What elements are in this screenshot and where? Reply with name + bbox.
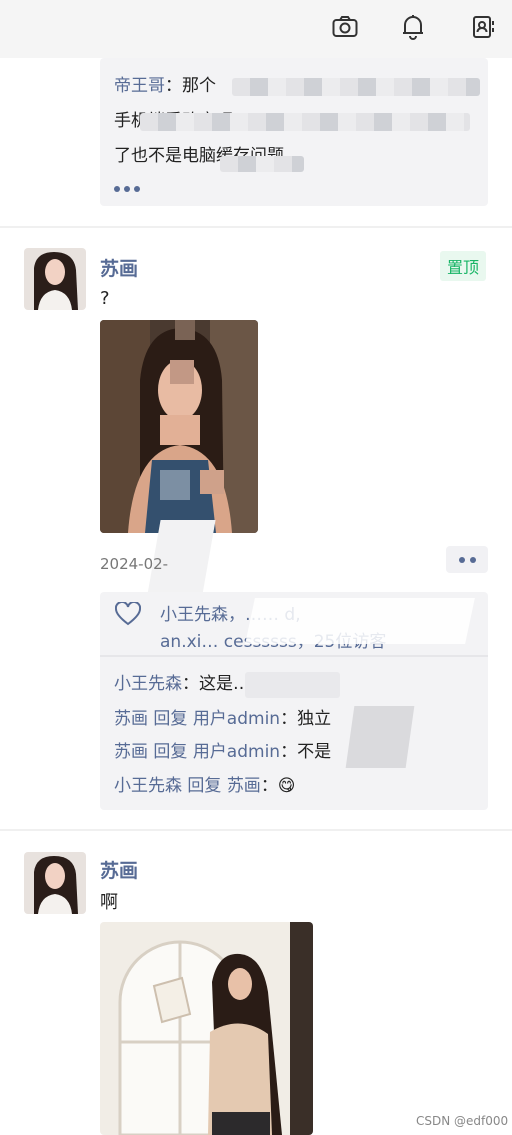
blurred-text [140, 113, 470, 131]
post-author[interactable]: 苏画 [100, 856, 138, 883]
bell-icon[interactable] [396, 10, 430, 44]
avatar[interactable] [24, 852, 86, 914]
comment-author[interactable]: 苏画 [114, 709, 148, 729]
comment-row: 小王先森 回复 苏画：😋 [114, 776, 296, 796]
reply-target[interactable]: 用户admin [193, 709, 280, 729]
post-content: 啊 [100, 892, 118, 913]
post-image[interactable] [100, 320, 258, 533]
comment-text: ：独立 [280, 709, 332, 729]
comment-line-1: 帝王哥：那个 [114, 76, 216, 96]
post-image[interactable] [100, 922, 313, 1135]
post-actions-button[interactable] [446, 546, 488, 573]
blurred-text [232, 78, 480, 96]
post-content: ? [100, 288, 110, 309]
comment-text: ：😋 [260, 776, 296, 796]
post-author[interactable]: 苏画 [100, 254, 138, 281]
comment-row: 苏画 回复 用户admin：独立 [114, 709, 332, 729]
blur-overlay [345, 706, 415, 768]
reply-target[interactable]: 苏画 [227, 776, 261, 796]
blur-overlay [245, 672, 340, 698]
avatar[interactable] [24, 248, 86, 310]
reply-target[interactable]: 用户admin [193, 742, 280, 762]
comment-author[interactable]: 小王先森 [114, 776, 182, 796]
comment-author[interactable]: 苏画 [114, 742, 148, 762]
watermark: CSDN @edf000 [416, 1114, 509, 1128]
contacts-icon[interactable] [466, 10, 500, 44]
comment-text: ：这是… [182, 674, 250, 694]
comment-text: 那个 [182, 76, 216, 96]
comment-row: 苏画 回复 用户admin：不是 [114, 742, 332, 762]
comment-author[interactable]: 帝王哥 [114, 76, 165, 96]
divider [0, 829, 512, 831]
camera-icon[interactable] [328, 10, 362, 44]
pinned-badge: 置顶 [440, 251, 487, 281]
blur-overlay [245, 598, 475, 644]
post-date: 2024-02- [100, 555, 169, 573]
comment-author[interactable]: 小王先森 [114, 674, 182, 694]
blurred-text [220, 156, 304, 172]
more-comments-button[interactable] [114, 186, 140, 192]
comment-row: 小王先森：这是… [114, 668, 250, 700]
heart-icon[interactable] [114, 600, 142, 630]
panel-divider [100, 655, 488, 657]
top-bar [0, 0, 512, 58]
divider [0, 226, 512, 228]
comment-text: ：不是 [280, 742, 332, 762]
